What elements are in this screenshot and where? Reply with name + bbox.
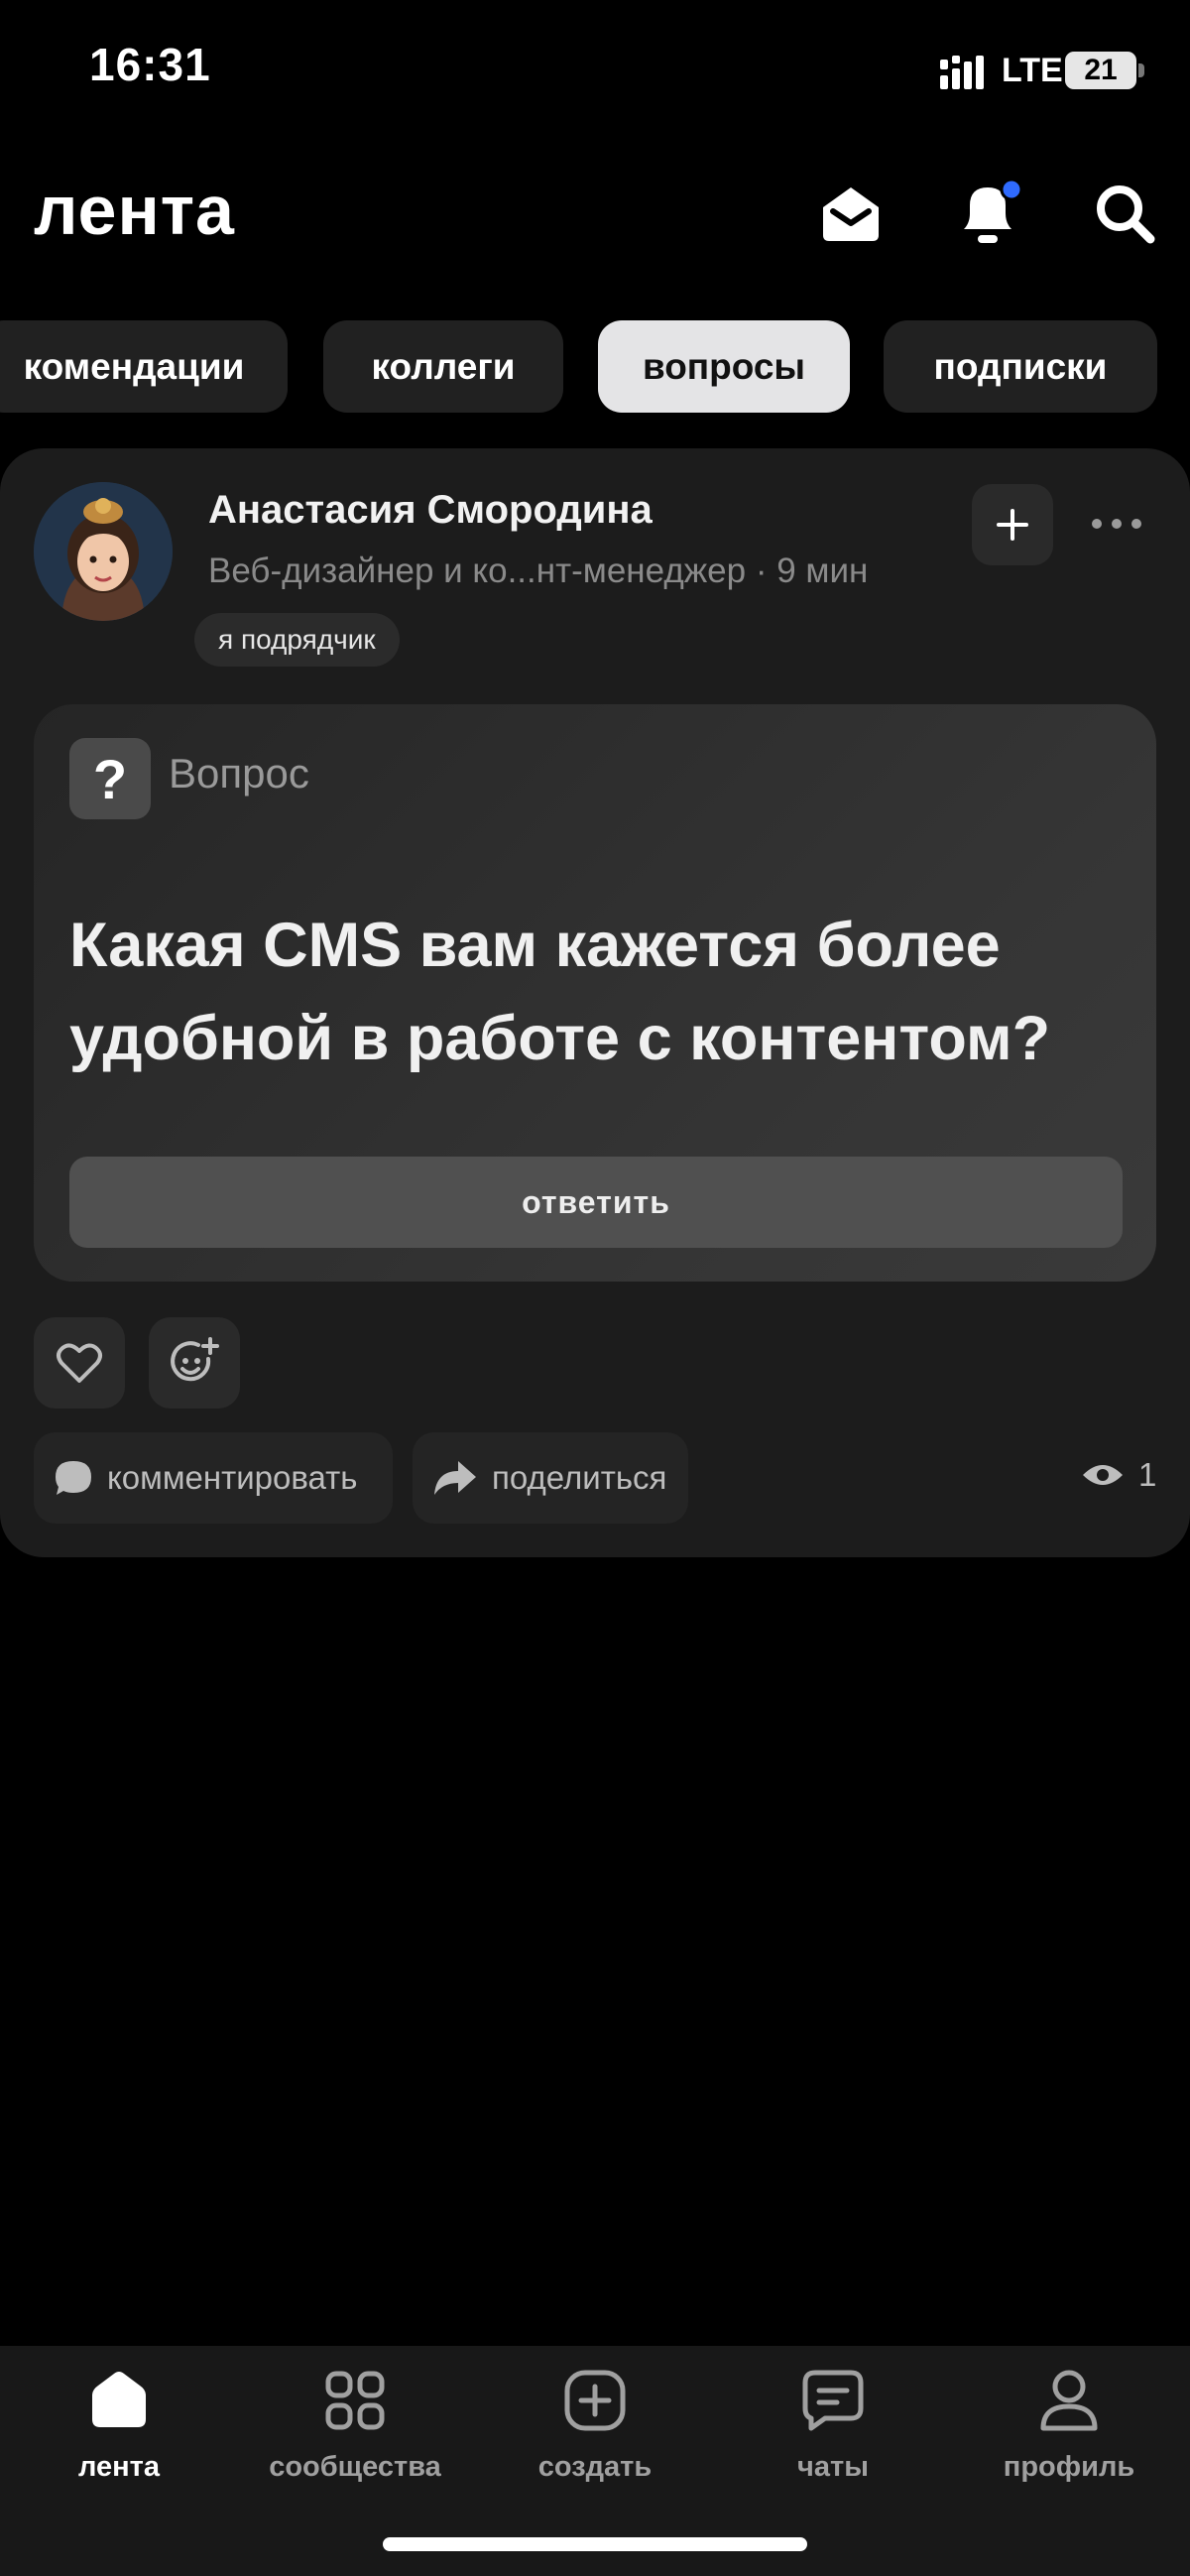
avatar-image xyxy=(34,482,173,621)
avatar[interactable] xyxy=(34,482,173,621)
tab-colleagues[interactable]: коллеги xyxy=(323,320,563,413)
home-icon xyxy=(92,2372,146,2427)
battery-tip xyxy=(1138,63,1144,77)
tab-label: подписки xyxy=(933,345,1108,387)
comment-label: комментировать xyxy=(107,1459,358,1496)
tab-questions[interactable]: вопросы xyxy=(598,320,850,413)
search-icon xyxy=(1097,185,1155,244)
views-counter: 1 xyxy=(1081,1456,1156,1494)
tab-recommendations[interactable]: комендации xyxy=(0,320,288,413)
nav-item-chats[interactable]: чаты xyxy=(734,2366,932,2484)
comment-button[interactable]: комментировать xyxy=(34,1432,393,1524)
nav-item-profile[interactable]: профиль xyxy=(970,2366,1168,2484)
add-reaction-button[interactable] xyxy=(149,1317,240,1409)
question-text: Какая CMS вам кажется более удобной в ра… xyxy=(69,911,1051,1073)
plus-icon xyxy=(997,509,1028,541)
question-mark-icon: ? xyxy=(69,738,151,819)
nav-item-communities[interactable]: сообщества xyxy=(256,2366,454,2484)
signal-icon xyxy=(940,56,984,89)
comment-icon xyxy=(56,1461,91,1495)
share-icon xyxy=(434,1461,476,1495)
author-name[interactable]: Анастасия Смородина xyxy=(208,488,653,533)
status-time: 16:31 xyxy=(89,39,211,90)
heart-icon xyxy=(57,1343,102,1383)
question-label: Вопрос xyxy=(169,750,309,797)
contractor-badge: я подрядчик xyxy=(194,613,400,667)
nav-label: профиль xyxy=(1003,2451,1135,2483)
chat-icon xyxy=(802,2370,864,2431)
share-label: поделиться xyxy=(492,1459,667,1496)
battery-indicator: 21 xyxy=(1065,52,1136,89)
follow-button[interactable] xyxy=(972,484,1053,565)
mail-button[interactable] xyxy=(811,174,891,253)
author-role-time: Веб-дизайнер и ко...нт-менеджер · 9 мин xyxy=(208,552,869,590)
home-indicator[interactable] xyxy=(383,2537,807,2551)
tab-label: вопросы xyxy=(642,345,806,387)
nav-item-create[interactable]: создать xyxy=(496,2366,694,2484)
nav-label: лента xyxy=(77,2451,160,2483)
notifications-button[interactable] xyxy=(948,174,1027,253)
share-button[interactable]: поделиться xyxy=(413,1432,688,1524)
notification-dot xyxy=(1000,178,1023,201)
like-button[interactable] xyxy=(34,1317,125,1409)
views-count: 1 xyxy=(1138,1456,1157,1493)
nav-label: создать xyxy=(537,2451,653,2483)
tab-label: коллеги xyxy=(371,345,516,387)
answer-button[interactable]: ответить xyxy=(69,1157,1123,1248)
eye-icon xyxy=(1083,1465,1123,1485)
network-type: LTE xyxy=(1002,52,1063,89)
plus-square-icon xyxy=(564,2370,626,2431)
nav-item-feed[interactable]: лента xyxy=(20,2366,218,2484)
profile-icon xyxy=(1040,2370,1098,2431)
nav-label: сообщества xyxy=(269,2451,441,2483)
grid-icon xyxy=(325,2371,385,2430)
search-button[interactable] xyxy=(1085,174,1164,253)
emoji-add-icon xyxy=(171,1337,219,1382)
more-options-button[interactable] xyxy=(1085,502,1148,546)
mail-icon xyxy=(823,187,879,241)
page-title: лента xyxy=(34,172,235,249)
nav-label: чаты xyxy=(797,2451,869,2483)
more-dots-icon xyxy=(1092,519,1141,529)
tab-subscriptions[interactable]: подписки xyxy=(884,320,1157,413)
bell-icon xyxy=(964,178,1023,243)
tab-label: комендации xyxy=(23,345,245,387)
